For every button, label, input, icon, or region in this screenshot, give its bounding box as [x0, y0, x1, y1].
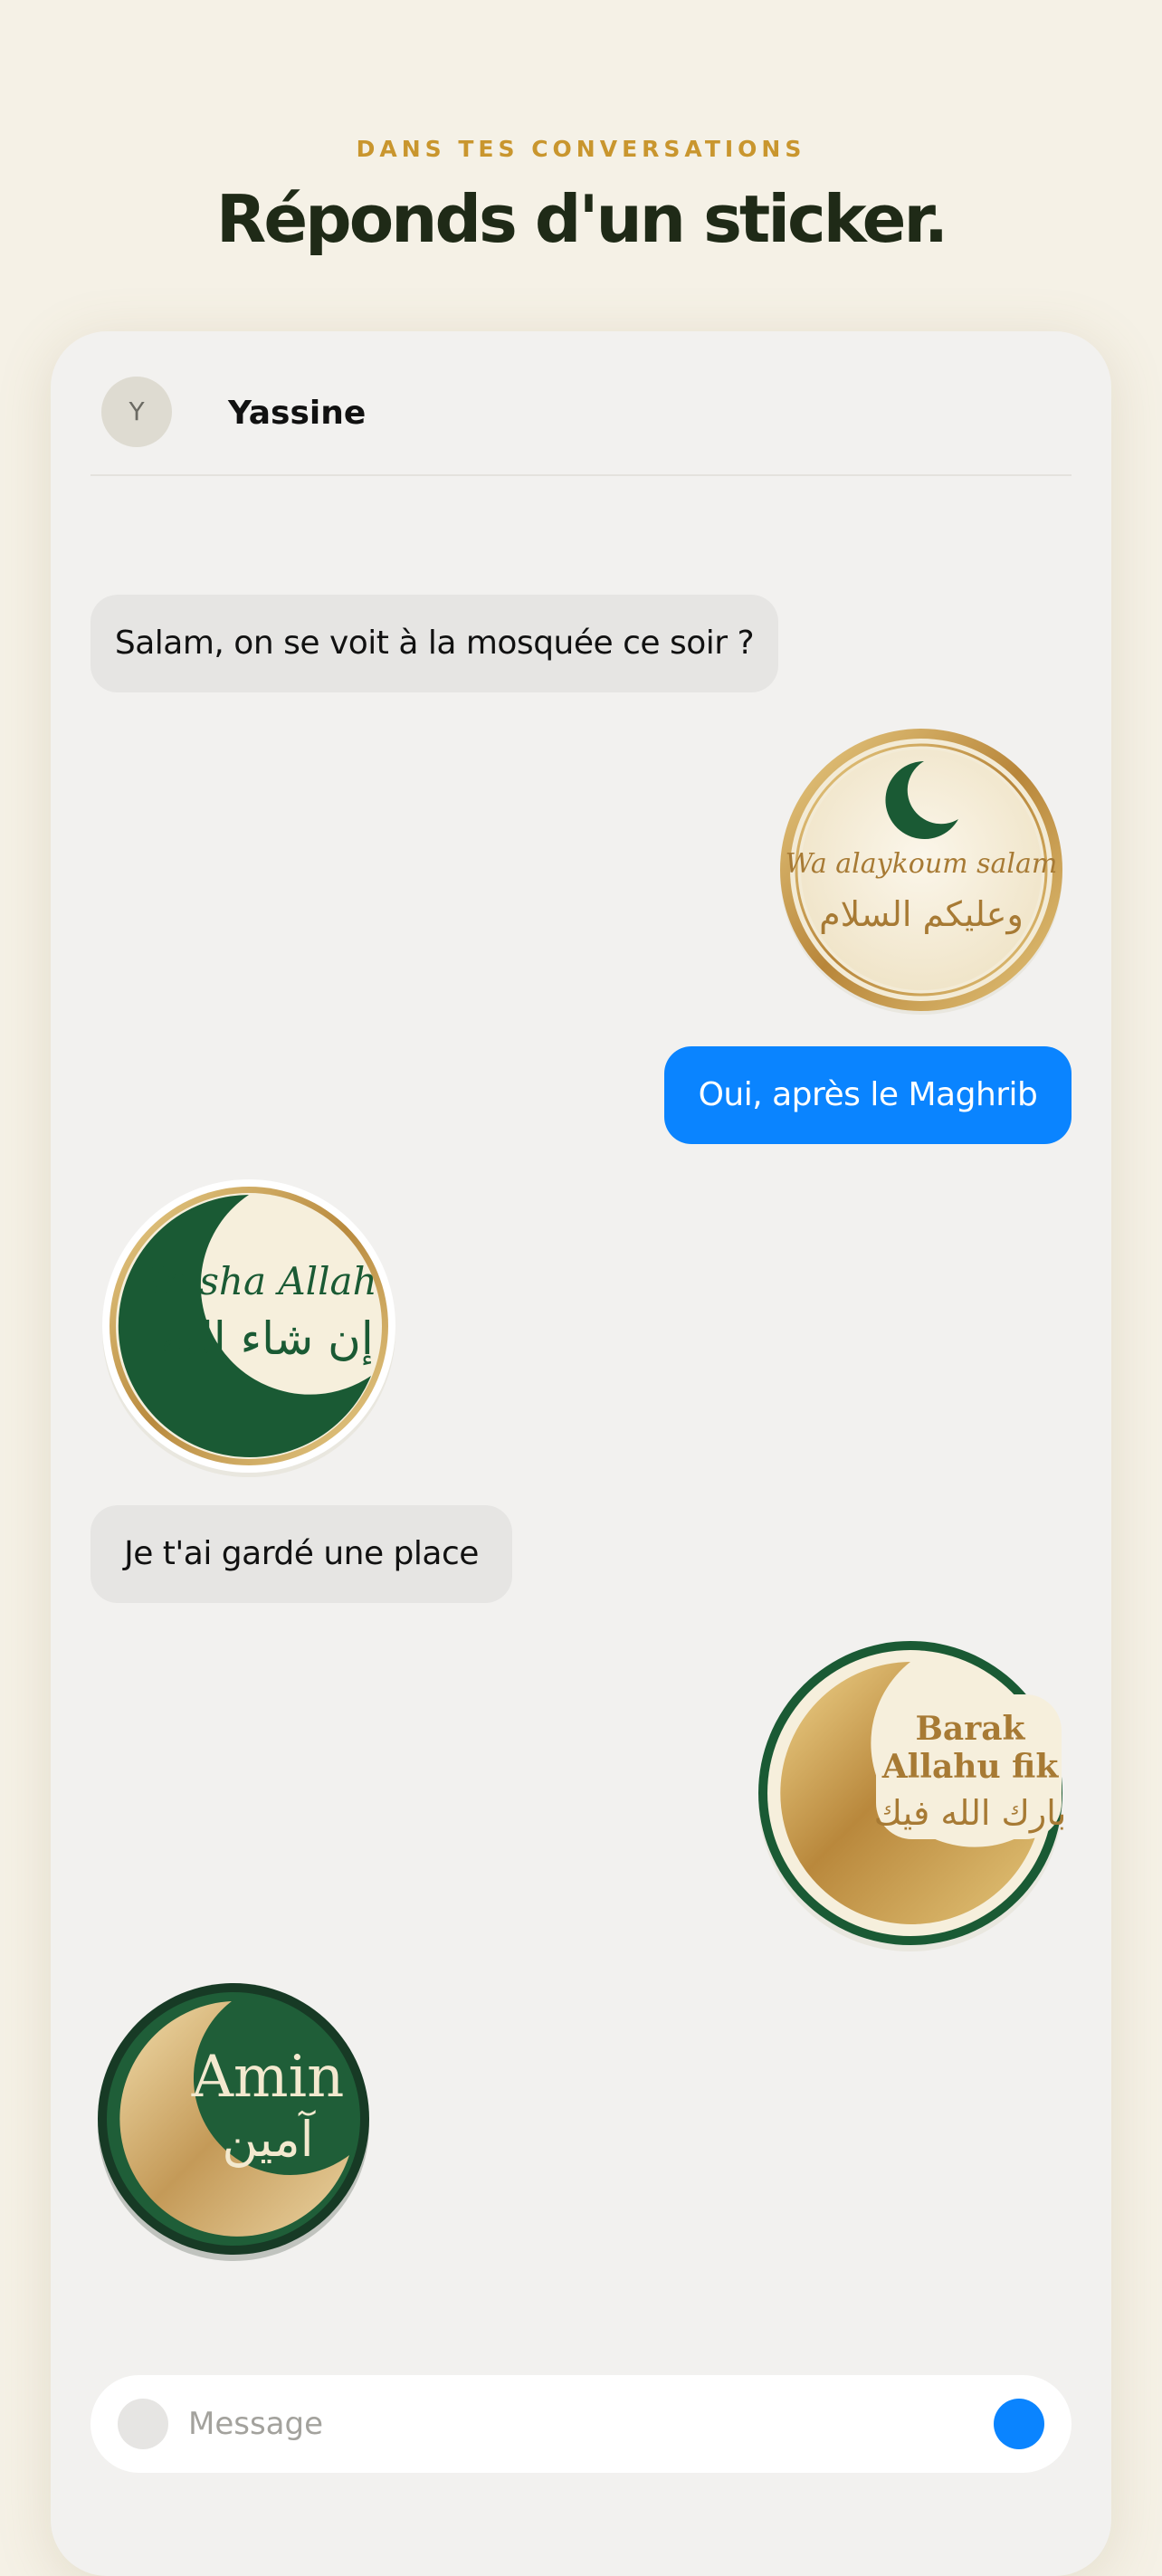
page-title: Réponds d'un sticker. — [215, 181, 948, 257]
contact-name[interactable]: Yassine — [228, 395, 366, 432]
section-eyebrow: DANS TES CONVERSATIONS — [356, 136, 806, 162]
sticker-wa-alaykoum-salam[interactable]: Wa alaykoum salam وعليكم السلام — [777, 725, 1065, 1015]
message-bubble-incoming[interactable]: Je t'ai gardé une place — [90, 1505, 512, 1603]
sticker-amin[interactable]: Amin آمين — [96, 1979, 376, 2261]
chat-mockup: Y Yassine Salam, on se voit à la mosquée… — [51, 331, 1111, 2576]
sticker-latin-text: Amin — [191, 2044, 345, 2111]
sticker-barak-allahu-fik[interactable]: Barak Allahu fik بارك الله فيك — [757, 1635, 1069, 1951]
sticker-latin-text: Allahu fik — [881, 1748, 1060, 1786]
message-input[interactable] — [188, 2400, 894, 2447]
message-bubble-incoming[interactable]: Salam, on se voit à la mosquée ce soir ? — [90, 595, 778, 692]
send-icon[interactable] — [994, 2399, 1044, 2449]
message-bubble-outgoing[interactable]: Oui, après le Maghrib — [664, 1046, 1072, 1144]
sticker-arabic-text: وعليكم السلام — [819, 894, 1024, 935]
sticker-latin-text: In sha Allah — [147, 1259, 376, 1303]
sticker-latin-text: Wa alaykoum salam — [786, 848, 1058, 880]
sticker-arabic-text: إن شاء الله — [160, 1312, 374, 1366]
sticker-arabic-text: بارك الله فيك — [874, 1793, 1067, 1833]
sticker-in-sha-allah[interactable]: In sha Allah إن شاء الله — [100, 1177, 398, 1477]
sticker-latin-text: Barak — [916, 1710, 1026, 1748]
chat-header: Y Yassine — [90, 377, 1072, 476]
plus-circle-icon[interactable] — [118, 2399, 168, 2449]
message-composer — [90, 2375, 1072, 2473]
avatar[interactable]: Y — [101, 377, 172, 447]
sticker-arabic-text: آمين — [222, 2110, 315, 2168]
